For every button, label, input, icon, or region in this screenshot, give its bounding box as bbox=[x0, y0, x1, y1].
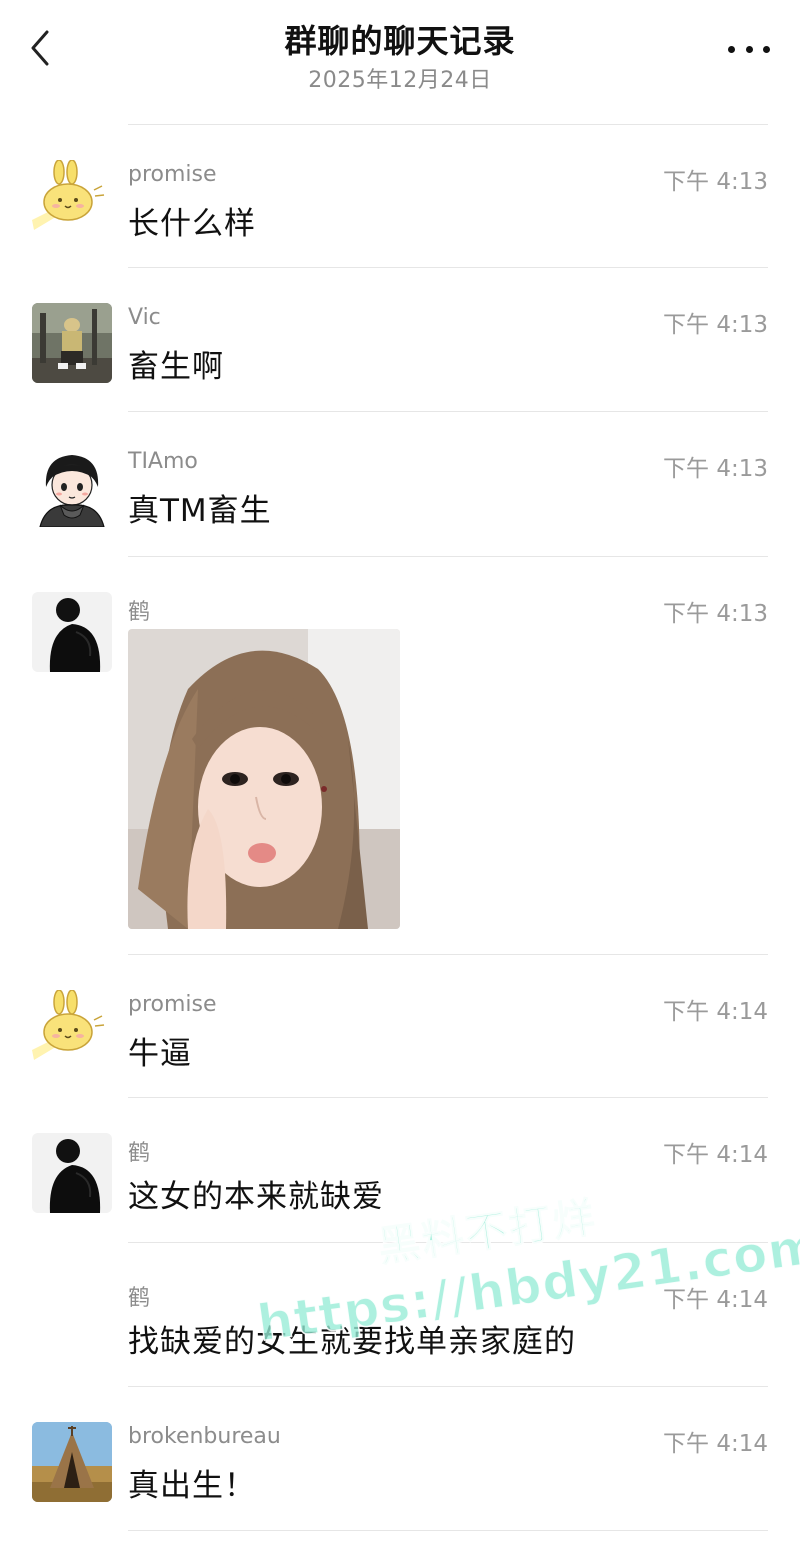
divider bbox=[128, 1242, 768, 1243]
message-time: 下午 4:14 bbox=[663, 1142, 768, 1168]
photo-avatar[interactable] bbox=[32, 303, 112, 383]
sender-name: TIAmo bbox=[128, 449, 198, 474]
tent-photo-avatar[interactable] bbox=[32, 1422, 112, 1502]
chat-date: 2025年12月24日 bbox=[308, 68, 492, 93]
message-text: 长什么样 bbox=[128, 206, 256, 242]
watermark-text: 黑料不打烊 bbox=[374, 1191, 600, 1272]
divider bbox=[128, 267, 768, 268]
message-text: 真出生！ bbox=[128, 1468, 256, 1504]
message-text: 这女的本来就缺爱 bbox=[128, 1179, 384, 1215]
message-text: 畜生啊 bbox=[128, 349, 224, 385]
page-title: 群聊的聊天记录 bbox=[284, 22, 516, 60]
sender-name: 鹤 bbox=[128, 600, 151, 625]
header-bar: 群聊的聊天记录 2025年12月24日 bbox=[0, 0, 800, 110]
more-horizontal-icon bbox=[728, 45, 735, 53]
message-time: 下午 4:13 bbox=[663, 456, 768, 482]
selfie-photo[interactable] bbox=[128, 629, 400, 929]
divider bbox=[128, 411, 768, 412]
divider bbox=[128, 1386, 768, 1387]
sender-name: promise bbox=[128, 992, 217, 1017]
sender-name: 鹤 bbox=[128, 1286, 151, 1311]
divider bbox=[128, 556, 768, 557]
message-time: 下午 4:14 bbox=[663, 1287, 768, 1313]
sender-name: 鹤 bbox=[128, 1141, 151, 1166]
divider bbox=[128, 1097, 768, 1098]
divider bbox=[128, 954, 768, 955]
cartoon-boy-avatar[interactable] bbox=[32, 447, 112, 527]
sender-name: brokenbureau bbox=[128, 1424, 281, 1449]
message-time: 下午 4:13 bbox=[663, 312, 768, 338]
divider bbox=[128, 124, 768, 125]
message-time: 下午 4:13 bbox=[663, 169, 768, 195]
sender-name: promise bbox=[128, 162, 217, 187]
bunny-avatar[interactable] bbox=[32, 160, 112, 240]
dark-figure-avatar[interactable] bbox=[32, 1133, 112, 1213]
message-time: 下午 4:14 bbox=[663, 999, 768, 1025]
message-text: 牛逼 bbox=[128, 1036, 192, 1072]
message-time: 下午 4:14 bbox=[663, 1431, 768, 1457]
more-button[interactable] bbox=[728, 38, 770, 60]
divider bbox=[128, 1530, 768, 1531]
dark-figure-avatar[interactable] bbox=[32, 592, 112, 672]
message-time: 下午 4:13 bbox=[663, 601, 768, 627]
bunny-avatar[interactable] bbox=[32, 990, 112, 1070]
message-text: 找缺爱的女生就要找单亲家庭的 bbox=[128, 1324, 576, 1360]
message-text: 真TM畜生 bbox=[128, 493, 272, 529]
sender-name: Vic bbox=[128, 305, 161, 330]
